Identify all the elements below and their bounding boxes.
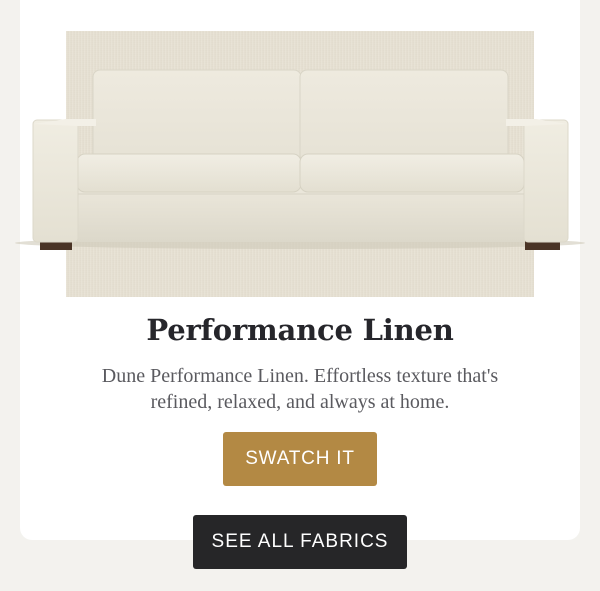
product-title: Performance Linen: [146, 313, 454, 347]
swatch-it-button[interactable]: SWATCH IT: [223, 432, 377, 486]
product-description: Dune Performance Linen. Effortless textu…: [101, 365, 499, 413]
sofa-image: [15, 69, 585, 250]
see-all-fabrics-button[interactable]: SEE ALL FABRICS: [193, 515, 407, 569]
